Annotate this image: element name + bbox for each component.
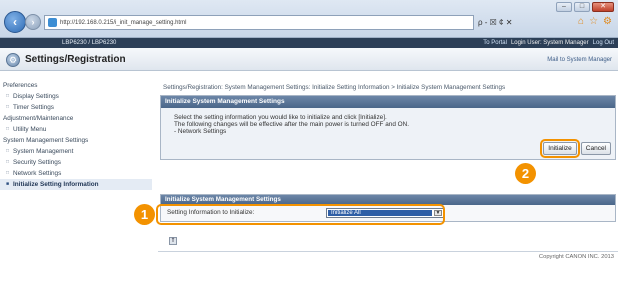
page-title: Settings/Registration [25, 54, 126, 65]
window-controls: – □ ✕ [556, 2, 614, 12]
maximize-button[interactable]: □ [574, 2, 590, 12]
sidebar-heading[interactable]: System Management Settings [0, 135, 152, 146]
top-links: To Portal Login User: System Manager Log… [483, 38, 614, 48]
gear-icon[interactable]: ⚙ [603, 16, 612, 28]
panel-body: Select the setting information you would… [161, 108, 615, 159]
instruction-text: Select the setting information you would… [174, 114, 387, 121]
browser-chrome: – □ ✕ ‹ › http://192.168.0.215/i_init_ma… [0, 0, 618, 38]
cancel-button[interactable]: Cancel [580, 142, 611, 155]
forward-button[interactable]: › [25, 14, 41, 30]
back-to-top-icon[interactable]: ⇑ [169, 237, 177, 245]
sidebar-heading[interactable]: Preferences [0, 80, 152, 91]
sidebar-item-initialize-setting-information[interactable]: Initialize Setting Information [0, 179, 152, 190]
initialize-panel: Initialize System Management Settings Se… [160, 95, 616, 160]
sidebar-item-display-settings[interactable]: Display Settings [0, 91, 152, 102]
highlight-box [156, 204, 445, 225]
minimize-button[interactable]: – [556, 2, 572, 12]
address-controls[interactable]: ρ - ☒ ¢ ✕ [478, 15, 512, 30]
settings-icon: ⚙ [6, 53, 20, 67]
back-button[interactable]: ‹ [4, 11, 26, 33]
site-icon [48, 18, 57, 27]
browser-toolbar: ⌂ ☆ ⚙ [578, 16, 612, 28]
favorites-icon[interactable]: ☆ [589, 16, 598, 28]
sidebar-item-network-settings[interactable]: Network Settings [0, 168, 152, 179]
action-buttons: Initialize Cancel [540, 139, 611, 158]
home-icon[interactable]: ⌂ [578, 16, 584, 28]
sidebar-item-timer-settings[interactable]: Timer Settings [0, 102, 152, 113]
breadcrumb: Settings/Registration: System Management… [163, 84, 506, 91]
close-window-button[interactable]: ✕ [592, 2, 614, 12]
page-header: ⚙ Settings/Registration Mail to System M… [0, 48, 618, 71]
sidebar-item-system-management[interactable]: System Management [0, 146, 152, 157]
login-user-label: Login User: System Manager [510, 40, 589, 46]
product-bar: LBP6230 / LBP6230 To Portal Login User: … [0, 38, 618, 48]
sidebar-item-utility-menu[interactable]: Utility Menu [0, 124, 152, 135]
affected-item: - Network Settings [174, 128, 227, 136]
callout-marker-1: 1 [134, 204, 155, 225]
restart-note: The following changes will be effective … [174, 121, 410, 129]
sidebar: Preferences Display Settings Timer Setti… [0, 80, 152, 190]
copyright: Copyright CANON INC. 2013 [538, 254, 614, 260]
portal-link[interactable]: To Portal [483, 38, 507, 48]
footer-divider [158, 251, 618, 252]
product-name: LBP6230 / LBP6230 [62, 40, 117, 46]
logout-link[interactable]: Log Out [593, 38, 614, 48]
initialize-button[interactable]: Initialize [540, 139, 580, 158]
callout-marker-2: 2 [515, 163, 536, 184]
address-bar[interactable]: http://192.168.0.215/i_init_manage_setti… [44, 15, 474, 30]
panel-title: Initialize System Management Settings [161, 96, 615, 108]
sidebar-heading[interactable]: Adjustment/Maintenance [0, 113, 152, 124]
mail-admin-link[interactable]: Mail to System Manager [547, 57, 612, 63]
address-url: http://192.168.0.215/i_init_manage_setti… [60, 19, 187, 26]
sidebar-item-security-settings[interactable]: Security Settings [0, 157, 152, 168]
